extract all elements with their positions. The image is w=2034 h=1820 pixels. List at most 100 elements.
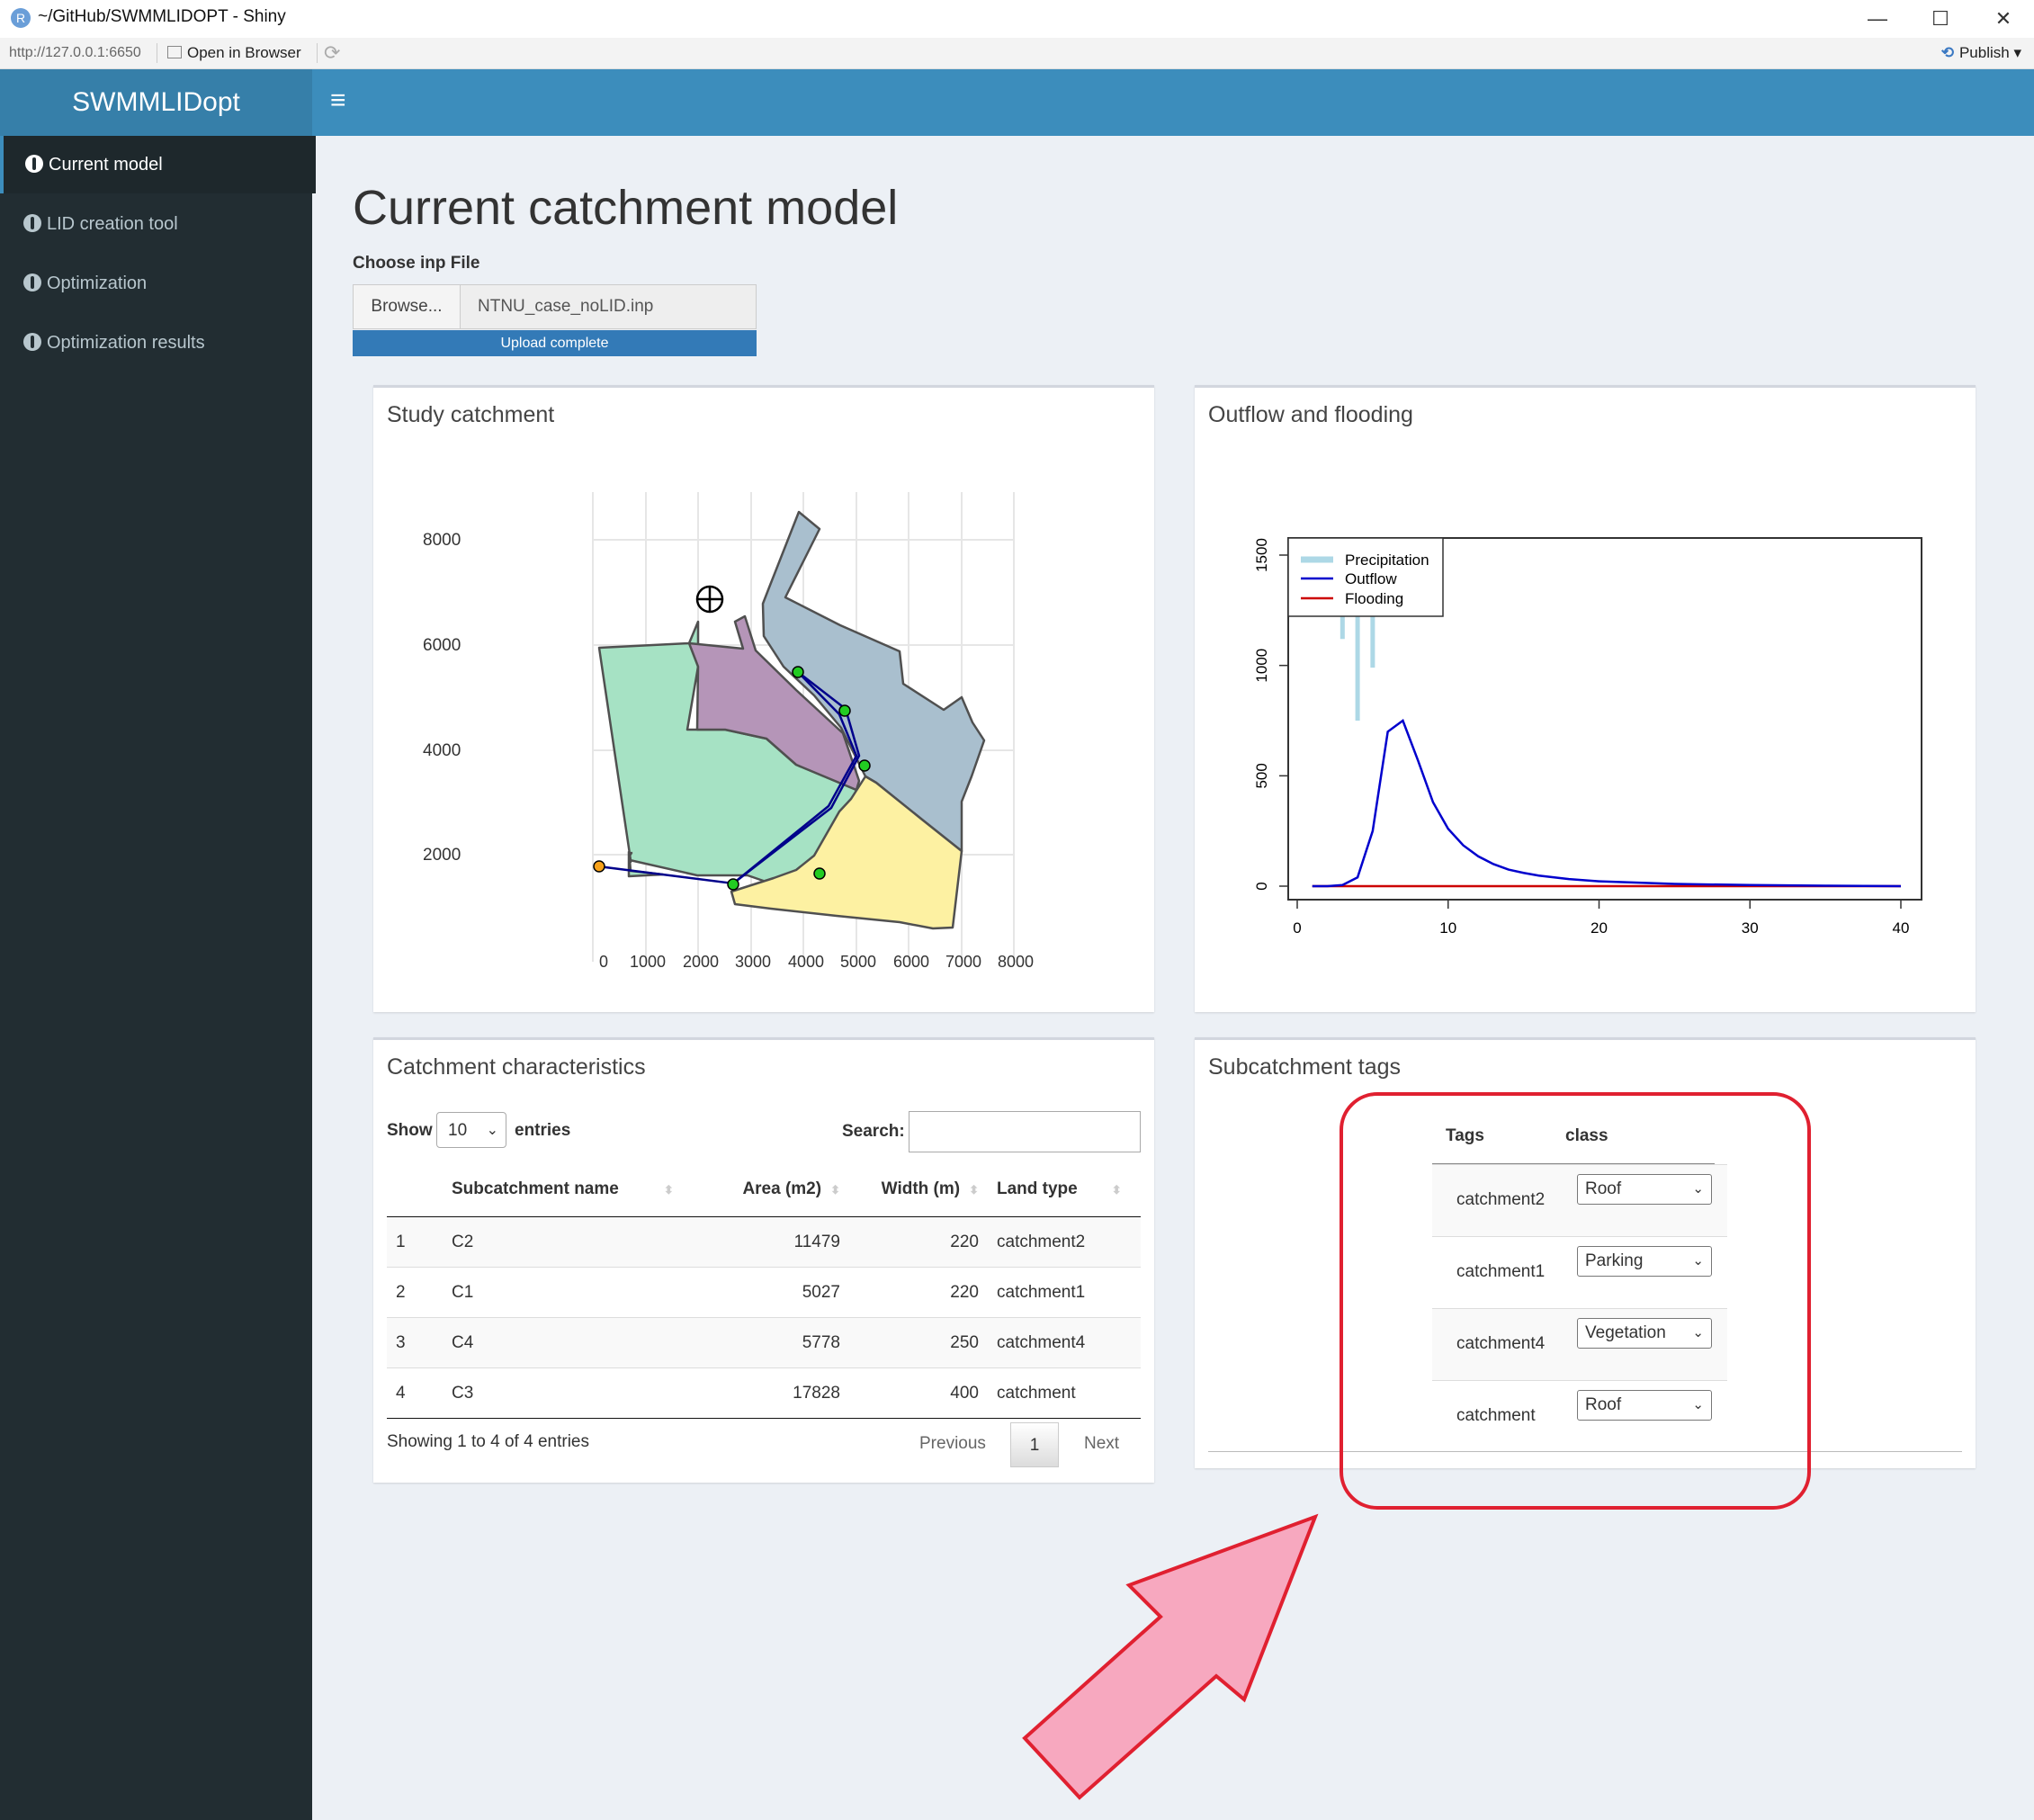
column-header-area[interactable]: Area (m2) ⬍	[684, 1162, 849, 1217]
maximize-button[interactable]: ☐	[1909, 2, 1972, 36]
file-input[interactable]: Browse... NTNU_case_noLID.inp	[353, 284, 757, 329]
app-logo[interactable]: SWMMLIDopt	[0, 69, 312, 136]
top-navbar: ≡	[312, 69, 2034, 136]
legend-label: Outflow	[1345, 570, 1397, 587]
toolbar-divider	[317, 43, 318, 63]
browser-icon	[167, 46, 182, 58]
sidebar: Current model LID creation tool Optimiza…	[0, 136, 316, 1820]
x-tick-label: 3000	[735, 953, 771, 971]
catchment-map: 8000 6000 4000 2000 0 1000 2000 3000 400…	[423, 492, 1034, 971]
pointer-arrow	[1022, 1513, 1319, 1800]
chevron-down-icon: ⌄	[486, 1123, 498, 1138]
tag-name: catchment1	[1456, 1262, 1546, 1281]
table-row[interactable]: 1 C2 11479 220 catchment2	[387, 1216, 1141, 1268]
x-tick-label: 10	[1439, 919, 1456, 937]
class-select-value: Parking	[1585, 1251, 1644, 1270]
column-header-width[interactable]: Width (m) ⬍	[849, 1162, 988, 1217]
table-cell: C4	[443, 1317, 684, 1368]
table-cell: 5027	[684, 1267, 849, 1318]
sidebar-item-label: Optimization	[47, 273, 148, 293]
table-row[interactable]: 4 C3 17828 400 catchment	[387, 1367, 1141, 1419]
next-page-button[interactable]: Next	[1084, 1434, 1119, 1454]
column-header-land-type[interactable]: Land type ⬍	[988, 1162, 1141, 1217]
close-button[interactable]: ✕	[1972, 2, 2034, 36]
refresh-icon[interactable]: ⟳	[324, 41, 340, 65]
table-cell: 11479	[684, 1216, 849, 1268]
file-input-label: Choose inp File	[353, 254, 480, 273]
column-header-index	[387, 1162, 443, 1217]
table-row[interactable]: 2 C1 5027 220 catchment1	[387, 1267, 1141, 1318]
tag-name: catchment4	[1456, 1334, 1546, 1353]
table-cell: 1	[387, 1216, 443, 1268]
class-select[interactable]: Roof ⌄	[1577, 1390, 1712, 1421]
sidebar-toggle-icon[interactable]: ≡	[330, 85, 346, 116]
tag-name: catchment	[1456, 1406, 1536, 1425]
x-tick-label: 6000	[893, 953, 929, 971]
table-cell: 220	[849, 1267, 988, 1318]
tag-row: catchment4 Vegetation ⌄	[1432, 1308, 1727, 1381]
class-header: class	[1565, 1126, 1608, 1145]
show-label: Show	[387, 1121, 433, 1140]
tag-row: catchment1 Parking ⌄	[1432, 1236, 1727, 1309]
dashboard-icon	[23, 214, 41, 232]
file-name-field[interactable]: NTNU_case_noLID.inp	[478, 285, 653, 328]
table-cell: catchment	[988, 1367, 1141, 1419]
page-title: Current catchment model	[353, 181, 899, 235]
catchment-table: Subcatchment name ⬍ Area (m2) ⬍ Width (m) ⬍…	[387, 1162, 1141, 1419]
viewer-toolbar: http://127.0.0.1:6650 Open in Browser ⟳ …	[0, 38, 2034, 69]
outflow-series-line	[1312, 719, 1902, 888]
minimize-button[interactable]: —	[1846, 2, 1909, 36]
sidebar-item-current-model[interactable]: Current model	[0, 136, 316, 193]
upload-progress-bar: Upload complete	[353, 330, 757, 356]
sidebar-item-optimization[interactable]: Optimization	[0, 255, 312, 312]
outfall-node[interactable]	[593, 860, 605, 873]
sidebar-item-label: LID creation tool	[47, 214, 178, 234]
class-select[interactable]: Parking ⌄	[1577, 1246, 1712, 1277]
class-select[interactable]: Vegetation ⌄	[1577, 1318, 1712, 1349]
publish-icon: ⟲	[1940, 44, 1954, 61]
browse-button[interactable]: Browse...	[354, 285, 461, 328]
junction-node[interactable]	[792, 666, 804, 678]
y-tick-label: 4000	[423, 741, 461, 760]
x-axis: 0 10 20 30 40	[1293, 900, 1909, 937]
r-logo-icon: R	[11, 8, 31, 28]
sidebar-item-optimization-results[interactable]: Optimization results	[0, 314, 312, 372]
x-tick-label: 40	[1893, 919, 1910, 937]
box-title: Catchment characteristics	[387, 1054, 646, 1080]
y-tick-label: 8000	[423, 531, 461, 550]
junction-node[interactable]	[813, 867, 826, 880]
previous-page-button[interactable]: Previous	[919, 1434, 986, 1454]
tag-row: catchment Roof ⌄	[1432, 1380, 1727, 1453]
page-length-select[interactable]: 10 ⌄	[436, 1112, 506, 1148]
junction-node[interactable]	[838, 704, 851, 717]
class-select-value: Roof	[1585, 1179, 1622, 1198]
legend-label: Precipitation	[1345, 551, 1429, 569]
table-cell: 250	[849, 1317, 988, 1368]
junction-node[interactable]	[858, 759, 871, 772]
column-header-subcatchment-name[interactable]: Subcatchment name ⬍	[443, 1162, 684, 1217]
junction-node[interactable]	[727, 878, 739, 891]
table-cell: 400	[849, 1367, 988, 1419]
chevron-down-icon: ⌄	[1692, 1397, 1704, 1412]
page-1-button[interactable]: 1	[1010, 1422, 1059, 1467]
y-tick-label: 0	[1253, 882, 1270, 890]
column-header-label: Area (m2)	[742, 1179, 822, 1198]
search-input[interactable]	[909, 1111, 1141, 1152]
chevron-down-icon: ⌄	[1692, 1181, 1704, 1197]
sidebar-item-lid-creation-tool[interactable]: LID creation tool	[0, 195, 312, 253]
column-header-label: Subcatchment name	[452, 1179, 619, 1198]
outflow-flooding-box: Outflow and flooding 0 10 20 30 40 0 500 1000 1…	[1195, 385, 1976, 1012]
table-cell: C3	[443, 1367, 684, 1419]
y-tick-label: 6000	[423, 636, 461, 655]
table-cell: C1	[443, 1267, 684, 1318]
class-select[interactable]: Roof ⌄	[1577, 1174, 1712, 1205]
open-in-browser-button[interactable]: Open in Browser	[167, 44, 301, 62]
chevron-down-icon: ⌄	[1692, 1253, 1704, 1269]
table-info: Showing 1 to 4 of 4 entries	[387, 1432, 589, 1451]
table-row[interactable]: 3 C4 5778 250 catchment4	[387, 1317, 1141, 1368]
table-cell: catchment4	[988, 1317, 1141, 1368]
tag-row: catchment2 Roof ⌄	[1432, 1164, 1727, 1237]
publish-button[interactable]: ⟲ Publish ▾	[1941, 44, 2021, 62]
table-cell: catchment1	[988, 1267, 1141, 1318]
class-select-value: Roof	[1585, 1395, 1622, 1414]
